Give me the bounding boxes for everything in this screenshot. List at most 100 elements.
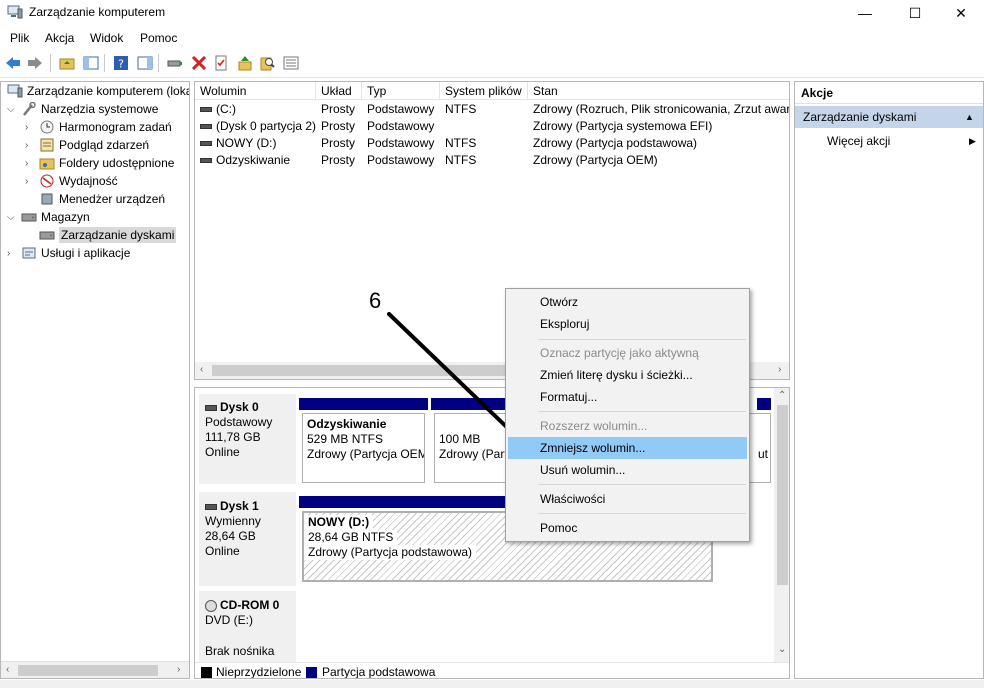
disk-icon <box>205 404 217 411</box>
tree-item-services-apps[interactable]: › Usługi i aplikacje <box>7 244 130 262</box>
actions-section-disk-management[interactable]: Zarządzanie dyskami ▲ <box>795 106 983 128</box>
svg-text:?: ? <box>118 58 124 71</box>
tree-item-system-tools[interactable]: ⌵ Narzędzia systemowe <box>7 100 158 118</box>
upload-icon[interactable] <box>236 54 254 72</box>
properties-icon[interactable] <box>212 54 230 72</box>
show-hide-action-pane-icon[interactable] <box>136 54 154 72</box>
connect-icon[interactable] <box>166 54 184 72</box>
legend-swatch-unallocated <box>201 667 212 678</box>
collapse-arrow-icon[interactable]: ▲ <box>965 106 974 128</box>
partition-bar <box>299 398 428 410</box>
table-row[interactable]: (Dysk 0 partycja 2) Prosty Podstawowy Zd… <box>195 118 789 135</box>
menu-item-extend-volume[interactable]: Rozszerz wolumin... <box>508 415 747 437</box>
table-row[interactable]: Odzyskiwanie Prosty Podstawowy NTFS Zdro… <box>195 152 789 169</box>
close-icon: ✕ <box>955 4 967 21</box>
disk-management-icon <box>39 228 55 242</box>
chevron-right-icon[interactable]: › <box>25 122 35 133</box>
menu-item-explore[interactable]: Eksploruj <box>508 313 747 335</box>
scroll-down-icon[interactable]: ⌄ <box>778 644 786 655</box>
legend-label-unallocated: Nieprzydzielone <box>216 665 302 679</box>
annotation-number: 6 <box>369 288 382 313</box>
menu-item-delete-volume[interactable]: Usuń wolumin... <box>508 459 747 481</box>
menu-item-properties[interactable]: Właściwości <box>508 488 747 510</box>
partition-recovery[interactable]: Odzyskiwanie 529 MB NTFS Zdrowy (Partycj… <box>302 413 425 483</box>
chevron-down-icon[interactable]: ⌵ <box>7 104 17 115</box>
storage-icon <box>21 210 37 224</box>
close-button[interactable]: ✕ <box>938 0 984 26</box>
tree-item-label: Wydajność <box>59 174 118 188</box>
column-header-volume[interactable]: Wolumin <box>195 82 316 100</box>
minimize-button[interactable]: — <box>842 0 888 26</box>
list-view-icon[interactable] <box>282 54 300 72</box>
tree-item-label: Zarządzanie komputerem (loka <box>27 84 190 98</box>
shared-folder-icon <box>39 156 55 170</box>
scroll-left-icon[interactable]: ‹ <box>200 364 203 375</box>
back-arrow-icon[interactable] <box>4 54 22 72</box>
clock-icon <box>39 120 55 134</box>
menu-widok[interactable]: Widok <box>90 31 123 45</box>
chevron-right-icon[interactable]: › <box>7 248 17 259</box>
menu-pomoc[interactable]: Pomoc <box>140 31 177 45</box>
table-row[interactable]: NOWY (D:) Prosty Podstawowy NTFS Zdrowy … <box>195 135 789 152</box>
tree-item-shared-folders[interactable]: › Foldery udostępnione <box>25 154 174 172</box>
tree-horizontal-scrollbar[interactable]: ‹ › <box>1 661 189 678</box>
partition-efi[interactable]: 100 MB Zdrowy (Part <box>434 413 507 483</box>
title-bar: Zarządzanie komputerem — ☐ ✕ <box>0 0 984 26</box>
disk-0-label[interactable]: Dysk 0 Podstawowy 111,78 GB Online <box>199 394 296 484</box>
tree-item-computer-management[interactable]: Zarządzanie komputerem (loka <box>7 82 190 100</box>
tree-item-task-scheduler[interactable]: › Harmonogram zadań <box>25 118 172 136</box>
chevron-right-icon[interactable]: › <box>25 140 35 151</box>
scroll-right-icon[interactable]: › <box>177 664 180 675</box>
menu-item-open[interactable]: Otwórz <box>508 291 747 313</box>
event-viewer-icon <box>39 138 55 152</box>
tree-item-label: Foldery udostępnione <box>59 156 175 170</box>
disk-1-label[interactable]: Dysk 1 Wymienny 28,64 GB Online <box>199 492 296 586</box>
column-header-layout[interactable]: Układ <box>316 82 362 100</box>
scrollbar-thumb[interactable] <box>18 665 158 676</box>
performance-icon <box>39 174 55 188</box>
search-icon[interactable] <box>258 54 276 72</box>
up-folder-icon[interactable] <box>58 54 76 72</box>
column-header-status[interactable]: Stan <box>528 82 789 100</box>
legend-label-primary: Partycja podstawowa <box>322 665 436 679</box>
scrollbar-thumb[interactable] <box>212 365 512 376</box>
volume-icon <box>200 124 212 130</box>
cdrom-0-label[interactable]: CD-ROM 0 DVD (E:) Brak nośnika <box>199 591 296 662</box>
menu-item-change-drive-letter[interactable]: Zmień literę dysku i ścieżki... <box>508 364 747 386</box>
more-actions-item[interactable]: Więcej akcji ▶ <box>795 130 983 152</box>
tree-item-label: Zarządzanie dyskami <box>59 227 177 243</box>
scrollbar-thumb[interactable] <box>777 405 788 585</box>
chevron-right-icon[interactable]: › <box>25 176 35 187</box>
tree-item-disk-management[interactable]: Zarządzanie dyskami <box>39 226 177 244</box>
tree-item-device-manager[interactable]: Menedżer urządzeń <box>39 190 165 208</box>
scroll-left-icon[interactable]: ‹ <box>6 664 9 675</box>
volume-icon <box>200 107 212 113</box>
menu-bar: Plik Akcja Widok Pomoc <box>0 26 984 48</box>
chevron-down-icon[interactable]: ⌵ <box>7 212 17 223</box>
help-icon[interactable]: ? <box>112 54 130 72</box>
actions-pane: Akcje Zarządzanie dyskami ▲ Więcej akcji… <box>794 81 984 679</box>
column-header-filesystem[interactable]: System plików <box>440 82 528 100</box>
tree-item-event-viewer[interactable]: › Podgląd zdarzeń <box>25 136 149 154</box>
delete-icon[interactable] <box>190 54 208 72</box>
tree-item-performance[interactable]: › Wydajność <box>25 172 118 190</box>
disk-view-vertical-scrollbar[interactable]: ⌃ ⌄ <box>774 388 789 662</box>
menu-item-mark-active[interactable]: Oznacz partycję jako aktywną <box>508 342 747 364</box>
menu-item-format[interactable]: Formatuj... <box>508 386 747 408</box>
maximize-button[interactable]: ☐ <box>892 0 938 26</box>
submenu-arrow-icon: ▶ <box>969 136 976 146</box>
scroll-right-icon[interactable]: › <box>778 364 781 375</box>
menu-plik[interactable]: Plik <box>10 31 29 45</box>
menu-separator <box>538 339 746 340</box>
menu-item-help[interactable]: Pomoc <box>508 517 747 539</box>
scroll-up-icon[interactable]: ⌃ <box>778 390 786 401</box>
computer-management-icon <box>7 5 23 19</box>
tree-item-storage[interactable]: ⌵ Magazyn <box>7 208 90 226</box>
table-row[interactable]: (C:) Prosty Podstawowy NTFS Zdrowy (Rozr… <box>195 101 789 118</box>
menu-item-shrink-volume[interactable]: Zmniejsz wolumin... <box>508 437 747 459</box>
menu-akcja[interactable]: Akcja <box>45 31 74 45</box>
forward-arrow-icon[interactable] <box>26 54 44 72</box>
column-header-type[interactable]: Typ <box>362 82 440 100</box>
show-hide-tree-icon[interactable] <box>82 54 100 72</box>
chevron-right-icon[interactable]: › <box>25 158 35 169</box>
